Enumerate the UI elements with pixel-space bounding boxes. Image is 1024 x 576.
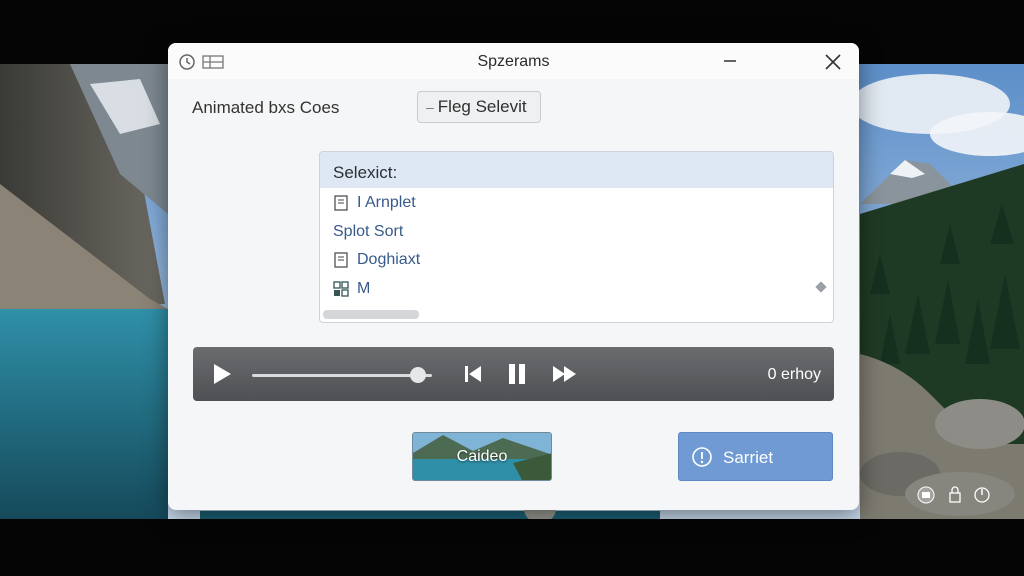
list-item[interactable]: Doghiaxt bbox=[333, 249, 420, 271]
list-item[interactable]: Splot Sort bbox=[333, 221, 403, 243]
title-bar: Spzerams bbox=[168, 43, 859, 79]
seek-track[interactable] bbox=[252, 374, 432, 377]
list-header: Selexict: bbox=[320, 152, 833, 188]
list-item-label: M bbox=[357, 280, 371, 297]
list-item[interactable]: I Arnplet bbox=[333, 192, 416, 214]
flag-button-label: Fleg Selevit bbox=[437, 97, 527, 116]
bottom-letterbox bbox=[0, 519, 1024, 576]
submit-button-label: Sarriet bbox=[723, 448, 774, 467]
pause-icon[interactable] bbox=[506, 363, 528, 385]
window-title: Spzerams bbox=[477, 53, 550, 70]
list-header-label: Selexict: bbox=[333, 163, 398, 182]
document-icon bbox=[334, 195, 348, 211]
folder-icon[interactable] bbox=[917, 486, 935, 504]
play-icon[interactable] bbox=[211, 363, 233, 385]
list-item[interactable]: M bbox=[333, 278, 370, 300]
dialog-window: Spzerams Animated bxs Coes – Fleg Selevi… bbox=[168, 43, 859, 510]
section-heading: Animated bxs Coes bbox=[192, 98, 340, 117]
desktop: Spzerams Animated bxs Coes – Fleg Selevi… bbox=[0, 0, 1024, 576]
document-icon bbox=[334, 252, 348, 268]
media-player-bar: 0 erhoy bbox=[193, 347, 834, 401]
scroll-indicator[interactable] bbox=[815, 281, 827, 293]
flag-select-button[interactable]: – Fleg Selevit bbox=[417, 91, 541, 123]
power-icon[interactable] bbox=[973, 486, 991, 504]
grid-icon bbox=[333, 281, 349, 297]
flag-button-prefix: – bbox=[426, 99, 434, 115]
list-item-label: Doghiaxt bbox=[357, 251, 421, 268]
close-button[interactable] bbox=[820, 49, 846, 75]
seek-handle[interactable] bbox=[409, 367, 426, 383]
minimize-button[interactable] bbox=[718, 49, 742, 73]
playback-status: 0 erhoy bbox=[767, 366, 821, 383]
list-item-label: Splot Sort bbox=[333, 223, 404, 240]
skip-back-icon[interactable] bbox=[463, 364, 483, 384]
fast-forward-icon[interactable] bbox=[552, 365, 578, 383]
info-icon bbox=[692, 447, 712, 467]
submit-button[interactable]: Sarriet bbox=[678, 432, 833, 481]
lock-icon[interactable] bbox=[946, 486, 964, 504]
video-thumbnail-button[interactable]: Caideo bbox=[412, 432, 552, 481]
select-list[interactable]: Selexict: I Arnplet Splot Sort Doghiaxt bbox=[319, 151, 834, 323]
thumbnail-label: Caideo bbox=[456, 448, 508, 465]
list-item-label: I Arnplet bbox=[357, 194, 416, 211]
horizontal-scrollbar[interactable] bbox=[323, 310, 419, 319]
